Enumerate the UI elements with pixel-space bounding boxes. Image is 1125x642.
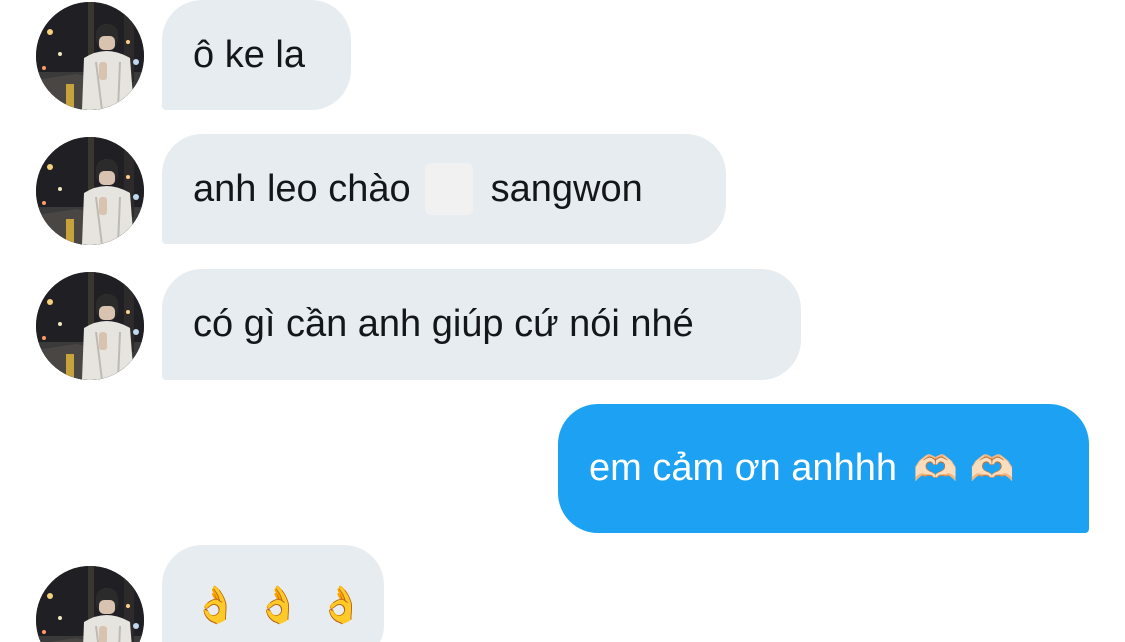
avatar[interactable] (36, 2, 144, 110)
ok-hand-icon: 👌 (318, 585, 364, 626)
avatar-photo-icon (36, 137, 144, 245)
message-text: có gì cần anh giúp cứ nói nhé (193, 303, 694, 345)
ok-hand-icon: 👌 (255, 585, 301, 626)
message-text: ô ke la (193, 33, 305, 76)
message-text-start: anh leo chào (193, 167, 411, 210)
avatar[interactable] (36, 566, 144, 642)
avatar[interactable] (36, 272, 144, 380)
heart-hands-icon: 🫶🏻 (969, 448, 1015, 490)
chat-thread: ô ke la anh leo chào sangwon có gì cần a… (0, 0, 1125, 642)
avatar-photo-icon (36, 566, 144, 642)
heart-hands-icon: 🫶🏻 (912, 448, 958, 490)
avatar-photo-icon (36, 2, 144, 110)
incoming-message-bubble[interactable]: anh leo chào sangwon (162, 134, 726, 244)
avatar[interactable] (36, 137, 144, 245)
incoming-message-bubble[interactable]: 👌 👌 👌 (162, 545, 384, 642)
emoji-group: 🫶🏻 🫶🏻 (913, 448, 1015, 490)
incoming-message-bubble[interactable]: ô ke la (162, 0, 351, 110)
emoji-group: 👌 👌 👌 (193, 584, 363, 626)
ok-hand-icon: 👌 (193, 585, 238, 626)
obscured-emoji-placeholder (424, 163, 473, 215)
message-text: em cảm ơn anhhh (589, 447, 897, 489)
outgoing-message-bubble[interactable]: em cảm ơn anhhh 🫶🏻 🫶🏻 (558, 404, 1089, 533)
avatar-photo-icon (36, 272, 144, 380)
incoming-message-bubble[interactable]: có gì cần anh giúp cứ nói nhé (162, 269, 801, 380)
message-text-end: sangwon (490, 167, 643, 210)
